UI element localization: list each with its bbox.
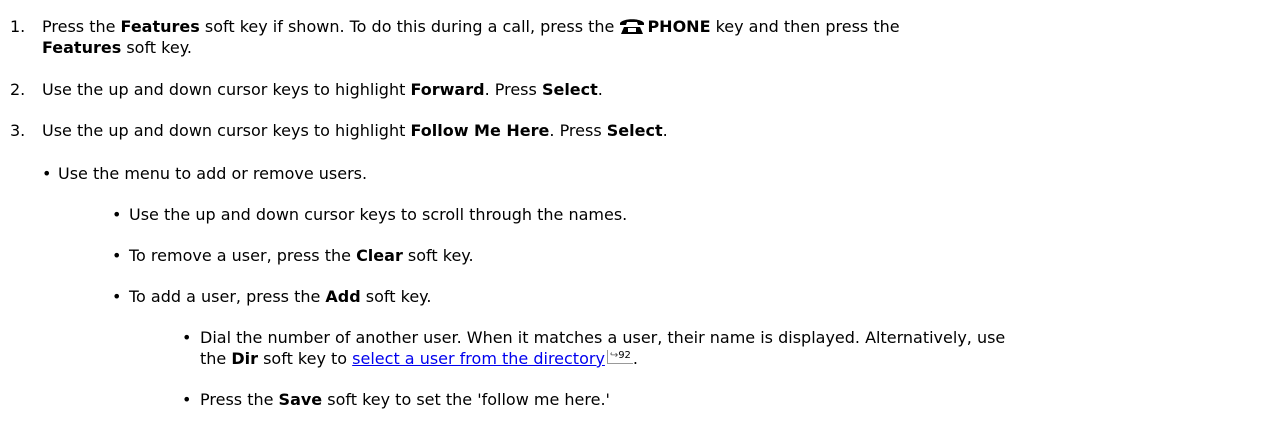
text: soft key to: [258, 349, 353, 368]
follow-me-here-label: Follow Me Here: [410, 121, 550, 140]
select-label: Select: [541, 80, 598, 99]
bullet-scroll: Use the up and down cursor keys to scrol…: [129, 205, 628, 224]
text: soft key.: [402, 246, 474, 265]
step-3-text: Use the up and down cursor keys to highl…: [42, 121, 668, 141]
text: Use the up and down cursor keys to highl…: [42, 121, 411, 140]
bullet-remove: To remove a user, press the Clear soft k…: [129, 246, 474, 266]
clear-label: Clear: [356, 246, 403, 265]
select-label: Select: [606, 121, 663, 140]
directory-link[interactable]: select a user from the directory: [352, 349, 605, 368]
bullet-dial-line-2: the Dir soft key to select a user from t…: [200, 349, 638, 369]
step-1-text-line-1: Press the Features soft key if shown. To…: [42, 17, 900, 37]
page-reference[interactable]: ↪ 92: [606, 350, 633, 364]
bullet-icon: •: [112, 246, 122, 265]
page-number: 92: [618, 350, 631, 361]
forward-label: Forward: [410, 80, 485, 99]
bullet-save: Press the Save soft key to set the 'foll…: [200, 390, 610, 410]
text: the: [200, 349, 232, 368]
step-1-text-line-2: Features soft key.: [42, 38, 192, 58]
dir-label: Dir: [231, 349, 258, 368]
step-number: 2.: [10, 80, 26, 99]
bullet-icon: •: [182, 328, 192, 347]
features-label: Features: [42, 38, 122, 57]
bullet-icon: •: [112, 205, 122, 224]
text: . Press: [484, 80, 542, 99]
phone-icon: [620, 19, 645, 34]
bullet-menu: Use the menu to add or remove users.: [58, 164, 368, 183]
step-number: 1.: [10, 17, 26, 36]
text: .: [662, 121, 668, 140]
bullet-dial-line-1: Dial the number of another user. When it…: [200, 328, 1006, 347]
step-2-text: Use the up and down cursor keys to highl…: [42, 80, 603, 100]
add-label: Add: [325, 287, 361, 306]
text: soft key.: [360, 287, 432, 306]
bullet-icon: •: [42, 164, 52, 183]
text: . Press: [549, 121, 607, 140]
text: soft key to set the 'follow me here.': [322, 390, 610, 409]
phone-key-label: PHONE: [647, 17, 711, 36]
text: To remove a user, press the: [129, 246, 357, 265]
text: To add a user, press the: [129, 287, 326, 306]
step-number: 3.: [10, 121, 26, 140]
text: .: [597, 80, 603, 99]
text: key and then press the: [710, 17, 900, 36]
text: .: [632, 349, 639, 368]
page-reference-arrow-icon: ↪: [609, 350, 619, 361]
text: Press the: [42, 17, 121, 36]
text: soft key if shown. To do this during a c…: [199, 17, 620, 36]
bullet-icon: •: [112, 287, 122, 306]
bullet-icon: •: [182, 390, 192, 409]
text: Press the: [200, 390, 279, 409]
text: soft key.: [121, 38, 192, 57]
bullet-add: To add a user, press the Add soft key.: [129, 287, 431, 307]
save-label: Save: [278, 390, 323, 409]
text: Use the up and down cursor keys to highl…: [42, 80, 411, 99]
features-label: Features: [120, 17, 200, 36]
